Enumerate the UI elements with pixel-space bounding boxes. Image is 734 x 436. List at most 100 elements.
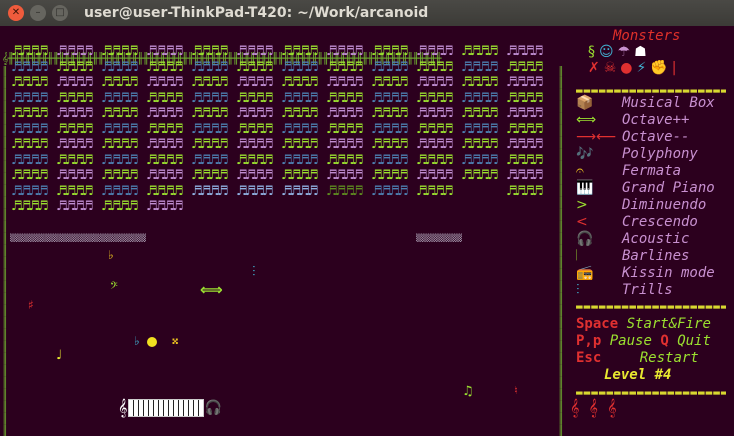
legend-label: Polyphony	[622, 145, 698, 162]
monster-icon: ●	[620, 60, 637, 76]
legend-item: 🎹 Grand Piano	[576, 179, 715, 196]
action-start-fire: Start&Fire	[626, 316, 711, 332]
sidebar: Monsters §☺☂☗ ✗☠●⚡✊| ▬▬▬▬▬▬▬▬▬▬▬▬▬▬▬▬▬▬▬…	[568, 26, 734, 436]
legend-label: Acoustic	[622, 230, 690, 247]
brick: ♬♬♬♬	[416, 168, 454, 183]
legend-icon: 🎧	[576, 230, 594, 247]
brick: ♬♬♬♬	[416, 90, 454, 106]
brick: ♬♬♬♬	[236, 137, 274, 152]
legend-icon: ⫶	[576, 281, 580, 298]
brick: ♬♬♬♬	[11, 75, 49, 90]
brick: ♬♬♬♬	[101, 199, 139, 214]
brick: ♬♬♬♬	[191, 44, 229, 59]
legend-label: Octave++	[622, 111, 690, 128]
brick: ♬♬♬♬	[101, 137, 139, 152]
brick: ♬♬♬♬	[11, 199, 49, 214]
brick: ♬♬♬♬	[461, 59, 499, 75]
brick: ♬♬♬♬	[56, 152, 94, 168]
brick: ♬♬♬♬	[326, 106, 364, 121]
headphones-icon: 🎧	[204, 400, 222, 416]
maximize-button[interactable]: □	[52, 5, 68, 21]
brick: ♬♬♬♬	[101, 59, 139, 75]
legend-item: ⫶ Trills	[576, 281, 673, 298]
brick: ♬♬♬♬	[191, 152, 229, 168]
key-esc: Esc	[576, 350, 602, 366]
monster-icon: ✊	[650, 60, 672, 76]
monster-row-2: ✗☠●⚡✊|	[588, 60, 681, 76]
brick: ♬♬♬♬	[146, 199, 184, 214]
minimize-button[interactable]: –	[30, 5, 46, 21]
legend-label: Barlines	[622, 247, 690, 264]
brick: ♬♬♬♬	[11, 183, 49, 199]
brick: ♬♬♬♬	[11, 168, 49, 183]
brick: ♬♬♬♬	[236, 121, 274, 137]
treble-clef-icon: 𝄞	[118, 398, 128, 417]
brick: ♬♬♬♬	[281, 121, 319, 137]
brick: ♬♬♬♬	[236, 75, 274, 90]
brick: ♬♬♬♬	[416, 121, 454, 137]
window-titlebar: ✕ – □ user@user-ThinkPad-T420: ~/Work/ar…	[0, 0, 734, 26]
brick: ♬♬♬♬	[461, 106, 499, 121]
brick: ♬♬♬♬	[326, 152, 364, 168]
brick: ♬♬♬♬	[371, 106, 409, 121]
brick: ♬♬♬♬	[191, 75, 229, 90]
brick: ♬♬♬♬	[461, 75, 499, 90]
quarter-note: ♩	[56, 348, 63, 363]
brick: ♬♬♬♬	[11, 90, 49, 106]
brick: ♬♬♬♬	[101, 152, 139, 168]
brick: ♬♬♬♬	[416, 106, 454, 121]
legend-icon: ⟶⟵	[576, 128, 617, 145]
legend-label: Trills	[622, 281, 673, 298]
brick: ♬♬♬♬	[191, 90, 229, 106]
brick: ♬♬♬♬	[56, 90, 94, 106]
brick: ♬♬♬♬	[371, 183, 409, 199]
brick: ♬♬♬♬	[371, 59, 409, 75]
brick: ♬♬♬♬	[56, 106, 94, 121]
brick: ♬♬♬♬	[101, 44, 139, 59]
monster-icon: ☠	[603, 60, 621, 76]
legend-item: > Diminuendo	[576, 196, 706, 213]
control-restart: Esc Restart	[576, 350, 699, 366]
legend-icon: ⟺	[576, 111, 597, 128]
brick: ♬♬♬♬	[11, 152, 49, 168]
brick: ♬♬♬♬	[506, 90, 544, 106]
close-button[interactable]: ✕	[8, 5, 24, 21]
brick: ♬♬♬♬	[236, 152, 274, 168]
legend-icon: 🎶	[576, 145, 594, 162]
legend-item: ⟺ Octave++	[576, 111, 689, 128]
brick: ♬♬♬♬	[146, 168, 184, 183]
level-indicator: Level #4	[604, 367, 672, 383]
brick: ♬♬♬♬	[56, 168, 94, 183]
legend-item: 🎧 Acoustic	[576, 230, 689, 247]
monster-icon: §	[588, 44, 599, 60]
brick: ♬♬♬♬	[281, 137, 319, 152]
brick: ♬♬♬♬	[326, 183, 364, 199]
brick: ♬♬♬♬	[146, 59, 184, 75]
legend-item: < Crescendo	[576, 213, 698, 230]
control-fire: Space Start&Fire	[576, 316, 711, 332]
brick: ♬♬♬♬	[11, 121, 49, 137]
action-quit: Quit	[677, 333, 711, 349]
brick: ♬♬♬♬	[506, 152, 544, 168]
brick: ♬♬♬♬	[56, 59, 94, 75]
brick: ♬♬♬♬	[281, 75, 319, 90]
brick: ♬♬♬♬	[281, 168, 319, 183]
sharp-note: ♯	[28, 298, 34, 312]
brick: ♬♬♬♬	[281, 152, 319, 168]
brick: ♬♬♬♬	[146, 44, 184, 59]
brick: ♬♬♬♬	[56, 137, 94, 152]
brick: ♬♬♬♬	[416, 137, 454, 152]
flat-note-blue: ♭	[134, 334, 140, 348]
brick: ♬♬♬♬	[506, 59, 544, 75]
brick: ♬♬♬♬	[371, 90, 409, 106]
brick: ♬♬♬♬	[281, 183, 319, 199]
brick: ♬♬♬♬	[191, 183, 229, 199]
action-restart: Restart	[639, 350, 699, 366]
key-pause: P,p	[576, 333, 602, 349]
brick: ♬♬♬♬	[146, 75, 184, 90]
monster-icon: ✗	[588, 60, 604, 76]
legend-item: 📻 Kissin mode	[576, 264, 715, 281]
brick: ♬♬♬♬	[56, 121, 94, 137]
brick: ♬♬♬♬	[461, 90, 499, 106]
brick: ♬♬♬♬	[461, 168, 499, 183]
